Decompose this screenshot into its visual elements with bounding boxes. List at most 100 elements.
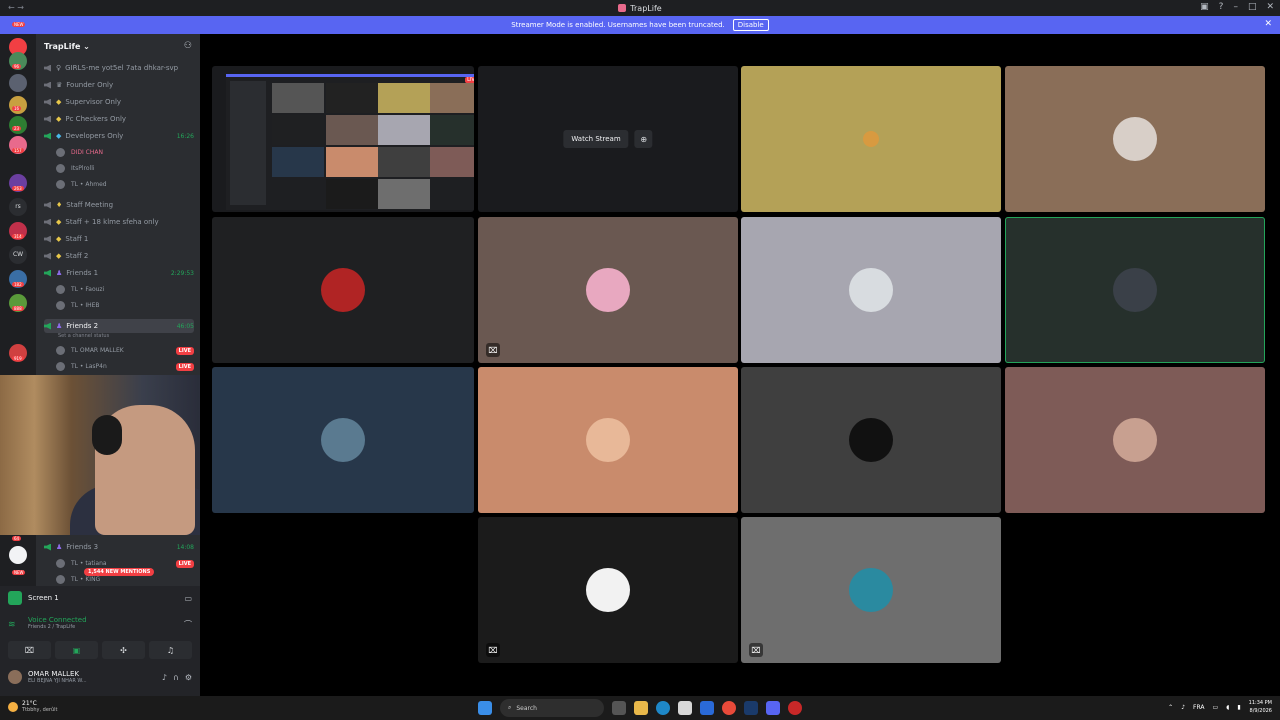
- soundboard-button[interactable]: ♫: [149, 641, 192, 659]
- voice-member[interactable]: TL • LasP4n LIVE: [56, 360, 194, 373]
- voice-channel[interactable]: ◆ Supervisor Only: [44, 95, 194, 109]
- mail-icon[interactable]: [700, 701, 714, 715]
- stream-tile-hidden[interactable]: Watch Stream ⊕: [478, 66, 738, 212]
- gear-icon[interactable]: ⚙: [185, 673, 192, 682]
- task-view-icon[interactable]: [612, 701, 626, 715]
- voice-member[interactable]: TL • Ahmed: [56, 178, 194, 191]
- voice-member[interactable]: DIDI CHAN: [56, 146, 194, 159]
- close-window-button[interactable]: ✕: [1266, 2, 1274, 12]
- participant-tile[interactable]: [478, 367, 738, 513]
- voice-channel[interactable]: ◆ Staff 2: [44, 249, 194, 263]
- voice-member[interactable]: TL • Faouzi: [56, 283, 194, 296]
- voice-channel-active[interactable]: ♟ Friends 2 46:05: [44, 319, 194, 333]
- participant-tile[interactable]: [741, 217, 1001, 363]
- server-icon[interactable]: [9, 74, 27, 92]
- server-icon-cw[interactable]: CW: [9, 246, 27, 264]
- screen-settings-icon[interactable]: ▭: [184, 594, 192, 603]
- preview-cell: [378, 115, 430, 145]
- screen-share-bar[interactable]: Screen 1 ▭: [8, 590, 192, 606]
- server-icon[interactable]: [9, 116, 27, 134]
- camera-button[interactable]: ⌧: [8, 641, 51, 659]
- participant-tile[interactable]: [1005, 66, 1265, 212]
- network-icon[interactable]: ▭: [1213, 704, 1219, 711]
- voice-channel[interactable]: ♛ Founder Only: [44, 78, 194, 92]
- file-explorer-icon[interactable]: [634, 701, 648, 715]
- voice-member[interactable]: TL • IHEB: [56, 299, 194, 312]
- battery-icon[interactable]: ▮: [1237, 704, 1240, 711]
- microphone-icon[interactable]: ♪: [162, 673, 167, 682]
- mention-badge: 16: [12, 106, 22, 111]
- participant-tile[interactable]: [741, 367, 1001, 513]
- disable-streamer-button[interactable]: Disable: [732, 19, 769, 31]
- streamer-mode-banner: Streamer Mode is enabled. Usernames have…: [0, 16, 1280, 34]
- nav-arrows[interactable]: ← →: [8, 3, 24, 12]
- tray-chevron-icon[interactable]: ⌃: [1168, 704, 1173, 711]
- taskbar-search[interactable]: ⌕ Search: [500, 699, 604, 717]
- watch-stream-button[interactable]: Watch Stream: [563, 130, 629, 148]
- clock[interactable]: 11:34 PM 8/9/2026: [1249, 699, 1272, 715]
- invite-people-icon[interactable]: ⚇: [184, 41, 192, 51]
- set-status-link[interactable]: Set a channel status: [58, 333, 109, 339]
- headphones-icon[interactable]: ∩: [173, 673, 179, 682]
- avatar: [56, 301, 65, 310]
- participant-tile-speaking[interactable]: [1005, 217, 1265, 363]
- shield-icon: ◆: [56, 235, 62, 243]
- language-indicator[interactable]: FRA: [1193, 704, 1204, 711]
- participant-tile[interactable]: [1005, 367, 1265, 513]
- chrome-icon[interactable]: [722, 701, 736, 715]
- voice-channel[interactable]: ◆ Pc Checkers Only: [44, 112, 194, 126]
- close-icon[interactable]: ✕: [1264, 19, 1272, 29]
- inbox-icon[interactable]: ▣: [1200, 2, 1209, 12]
- avatar: [1113, 418, 1157, 462]
- steam-icon[interactable]: [744, 701, 758, 715]
- voice-channel[interactable]: ♦ Staff Meeting: [44, 198, 194, 212]
- mention-badge: 96: [12, 64, 22, 69]
- tray-mic-icon[interactable]: ♪: [1181, 704, 1185, 711]
- server-header[interactable]: TrapLife ⌄ ⚇: [36, 34, 200, 58]
- participant-tile[interactable]: ⌧: [741, 517, 1001, 663]
- participant-tile[interactable]: ⌧: [478, 517, 738, 663]
- voice-channel[interactable]: ♟ Friends 3 14:08: [44, 540, 194, 554]
- new-mentions-pill[interactable]: 1,544 NEW MENTIONS: [84, 568, 155, 576]
- avatar: [586, 418, 630, 462]
- help-icon[interactable]: ?: [1219, 2, 1224, 12]
- stream-tile[interactable]: LIVE: [212, 66, 474, 212]
- voice-channel-label: Friends 2 / TrapLife: [28, 624, 76, 630]
- speaker-icon: [44, 115, 51, 123]
- voice-member[interactable]: TL OMAR MALLEK LIVE: [56, 344, 194, 357]
- share-screen-button[interactable]: ▣: [55, 641, 98, 659]
- voice-channel[interactable]: ◆ Developers Only 16:26: [44, 129, 194, 143]
- speaker-icon: [44, 269, 51, 277]
- obs-icon[interactable]: [788, 701, 802, 715]
- weather-widget[interactable]: 21°C Ttbbhy, derûlt: [8, 700, 58, 713]
- bell-icon: ♦: [56, 201, 63, 209]
- account-area[interactable]: OMAR MALLEK ELI BEJNA YJI NHAR W... ♪ ∩ …: [8, 666, 192, 688]
- participant-tile[interactable]: [741, 66, 1001, 212]
- activities-button[interactable]: ✣: [102, 641, 145, 659]
- girl-icon: ♀: [56, 64, 62, 72]
- speaker-icon: [44, 322, 51, 330]
- participant-tile[interactable]: ⌧: [478, 217, 738, 363]
- popout-icon[interactable]: ⊕: [634, 130, 653, 148]
- edge-icon[interactable]: [656, 701, 670, 715]
- voice-channel[interactable]: ♟ Friends 1 2:29:53: [44, 266, 194, 280]
- participant-tile[interactable]: [212, 217, 474, 363]
- preview-cell: [272, 115, 324, 145]
- server-icon[interactable]: [9, 96, 27, 114]
- disconnect-icon[interactable]: ⌒: [184, 619, 192, 630]
- voice-channel[interactable]: ◆ Staff 1: [44, 232, 194, 246]
- voice-connected-label[interactable]: Voice Connected: [28, 616, 192, 624]
- voice-channel[interactable]: ◆ Staff + 18 klme sfeha only: [44, 215, 194, 229]
- maximize-button[interactable]: □: [1248, 2, 1257, 12]
- store-icon[interactable]: [678, 701, 692, 715]
- participant-tile[interactable]: [212, 367, 474, 513]
- discord-icon[interactable]: [766, 701, 780, 715]
- voice-member[interactable]: ItsPlrolli: [56, 162, 194, 175]
- start-icon[interactable]: [478, 701, 492, 715]
- app-logo-icon: [618, 4, 627, 12]
- volume-icon[interactable]: ◖: [1226, 704, 1229, 711]
- minimize-button[interactable]: –: [1233, 2, 1238, 12]
- server-icon[interactable]: [9, 546, 27, 564]
- server-icon-rs[interactable]: rs: [9, 198, 27, 216]
- voice-channel[interactable]: ♀ GIRLS-me yot5el 7ata dhkar-svp: [44, 61, 194, 75]
